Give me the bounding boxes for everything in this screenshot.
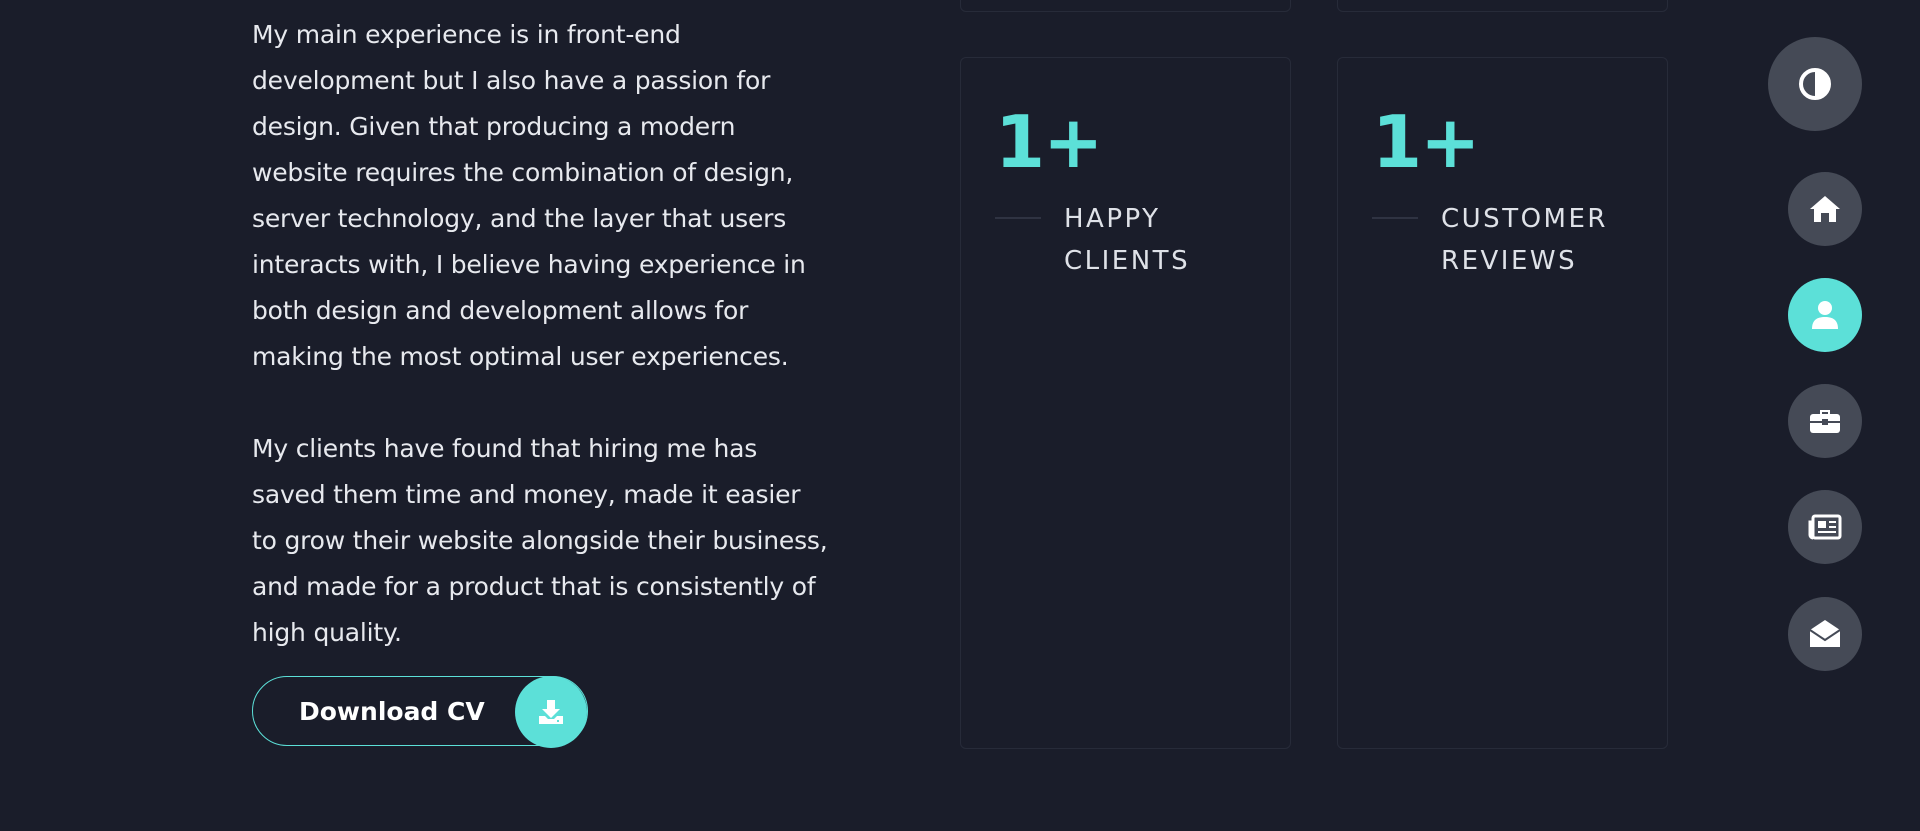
theme-toggle-button[interactable] <box>1768 37 1862 131</box>
contrast-icon <box>1798 67 1832 101</box>
newspaper-icon <box>1808 514 1842 540</box>
user-icon <box>1811 300 1839 330</box>
download-cv-label: Download CV <box>299 696 485 726</box>
stat-card-top-right <box>1337 0 1668 12</box>
stat-label-line-2: REVIEWS <box>1441 246 1578 276</box>
stat-number: 1+ <box>995 100 1103 184</box>
stat-number: 1+ <box>1372 100 1480 184</box>
about-paragraph-1: My main experience is in front-end devel… <box>252 20 806 371</box>
nav-about-button[interactable] <box>1788 278 1862 352</box>
nav-blog-button[interactable] <box>1788 490 1862 564</box>
stat-label-line-1: CUSTOMER <box>1441 204 1608 234</box>
download-icon <box>515 676 587 748</box>
stat-card-top-left <box>960 0 1291 12</box>
about-description: My main experience is in front-end devel… <box>252 12 832 656</box>
stat-divider <box>1372 217 1418 219</box>
about-paragraph-2: My clients have found that hiring me has… <box>252 434 828 647</box>
envelope-open-icon <box>1809 619 1841 649</box>
stat-label-line-2: CLIENTS <box>1064 246 1191 276</box>
stat-label-line-1: HAPPY <box>1064 204 1161 234</box>
stat-label: CUSTOMER REVIEWS <box>1441 198 1671 282</box>
briefcase-icon <box>1809 407 1841 435</box>
home-icon <box>1808 194 1842 224</box>
nav-portfolio-button[interactable] <box>1788 384 1862 458</box>
stat-card-happy-clients: 1+ HAPPY CLIENTS <box>960 57 1291 749</box>
download-cv-button[interactable]: Download CV <box>252 676 588 748</box>
nav-home-button[interactable] <box>1788 172 1862 246</box>
stat-card-customer-reviews: 1+ CUSTOMER REVIEWS <box>1337 57 1668 749</box>
stat-label: HAPPY CLIENTS <box>1064 198 1294 282</box>
stat-divider <box>995 217 1041 219</box>
nav-contact-button[interactable] <box>1788 597 1862 671</box>
